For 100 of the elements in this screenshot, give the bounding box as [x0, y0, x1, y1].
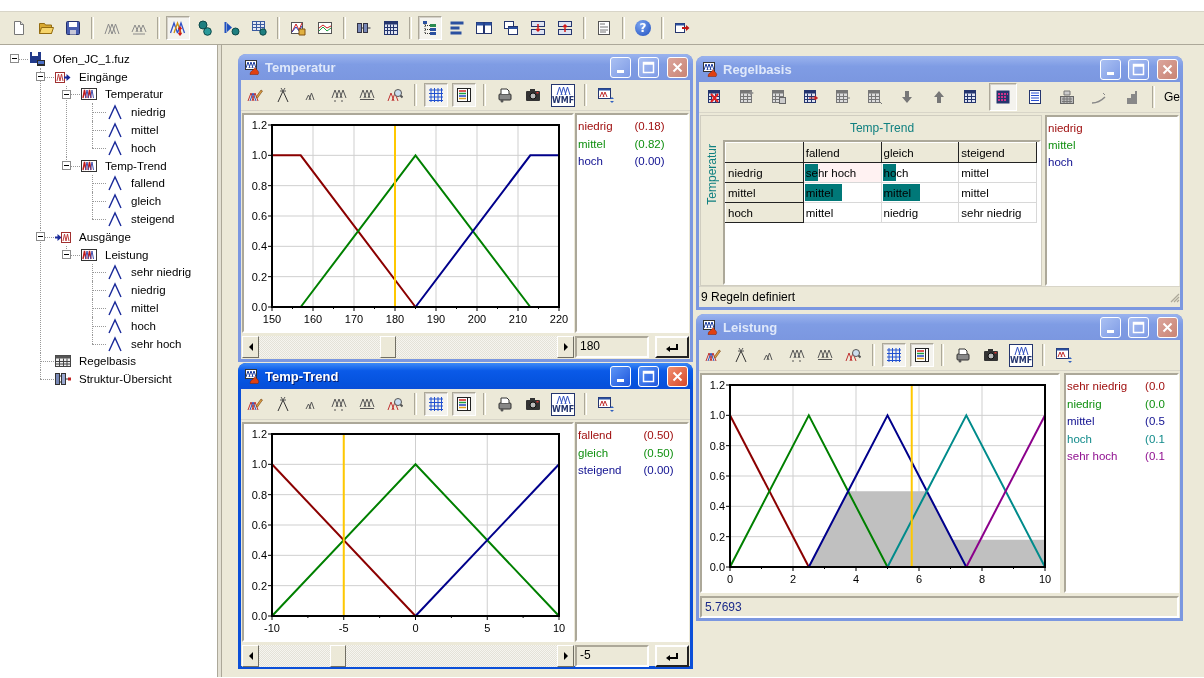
- rule-cell[interactable]: mittel: [803, 182, 881, 203]
- chart-export-button[interactable]: WMF: [1007, 343, 1035, 367]
- minimize-button[interactable]: [610, 56, 631, 78]
- close-button[interactable]: [1157, 58, 1178, 80]
- legend-term: mittel: [1067, 414, 1096, 429]
- window-title: Leistung: [723, 319, 779, 335]
- enter-button[interactable]: [655, 645, 689, 667]
- tree-item[interactable]: Regelbasis: [77, 355, 138, 368]
- maximize-icon: [642, 60, 655, 74]
- column-header: gleich: [881, 142, 959, 163]
- cell-text: niedrig: [883, 206, 919, 219]
- minimize-button[interactable]: [1100, 316, 1121, 338]
- tick-label: 1.2: [251, 119, 267, 131]
- maximize-button[interactable]: [1128, 58, 1149, 80]
- value-field[interactable]: 180: [575, 336, 649, 358]
- grid-icon[interactable]: [424, 392, 448, 416]
- value-slider[interactable]: [242, 645, 574, 667]
- chart-export-button[interactable]: WMF: [549, 392, 577, 416]
- tree-item[interactable]: hoch: [129, 141, 158, 154]
- tree-item[interactable]: hoch: [129, 319, 158, 332]
- legend-icon[interactable]: [452, 392, 476, 416]
- close-button[interactable]: [667, 56, 688, 78]
- tree-item[interactable]: Temp-Trend: [103, 159, 169, 172]
- legend-term: sehr niedrig: [1067, 379, 1128, 394]
- minimize-icon: [1107, 329, 1114, 333]
- scroll-right-button[interactable]: [557, 336, 574, 358]
- grid-icon[interactable]: [882, 343, 906, 367]
- tick-label: 190: [426, 313, 446, 325]
- close-button[interactable]: [1157, 316, 1178, 338]
- collapse-toggle[interactable]: [36, 232, 45, 242]
- column-header: fallend: [803, 142, 881, 163]
- grid-icon[interactable]: [424, 83, 448, 107]
- tree-item[interactable]: mittel: [129, 124, 161, 137]
- maximize-button[interactable]: [638, 56, 659, 78]
- tick-label: 6: [915, 573, 923, 585]
- legend-term: hoch: [1048, 155, 1074, 170]
- tree-item[interactable]: niedrig: [129, 284, 168, 297]
- collapse-toggle[interactable]: [62, 161, 71, 171]
- tick-label: 8: [978, 573, 986, 585]
- legend-term: gleich: [578, 445, 610, 461]
- tree-item[interactable]: Ausgänge: [77, 230, 133, 243]
- tree-item[interactable]: sehr hoch: [129, 337, 184, 350]
- tree-item[interactable]: fallend: [129, 177, 167, 190]
- membership-icon[interactable]: [166, 16, 190, 40]
- tick-label: 170: [344, 313, 364, 325]
- rule-cell[interactable]: hoch: [881, 162, 959, 183]
- close-button[interactable]: [667, 365, 688, 387]
- collapse-toggle[interactable]: [62, 250, 71, 260]
- chart-export-button[interactable]: WMF: [549, 83, 577, 107]
- collapse-toggle[interactable]: [10, 54, 19, 64]
- scroll-left-button[interactable]: [242, 336, 259, 358]
- slider-thumb[interactable]: [380, 336, 397, 358]
- close-icon: [1161, 320, 1174, 334]
- scroll-right-button[interactable]: [557, 645, 574, 667]
- tree-item[interactable]: Eingänge: [77, 70, 130, 83]
- membership-value: (0.0: [1145, 379, 1165, 394]
- tree-item[interactable]: Ofen_JC_1.fuz: [51, 52, 132, 65]
- tick-label: 0.2: [251, 270, 267, 283]
- app-icon: [244, 368, 260, 384]
- matrix-icon[interactable]: [989, 83, 1017, 111]
- legend-icon[interactable]: [452, 83, 476, 107]
- tick-label: -10: [264, 622, 280, 634]
- tick-label: 0.4: [251, 240, 267, 253]
- close-icon: [671, 60, 684, 74]
- membership-value: (0.82): [634, 136, 665, 152]
- tree-item[interactable]: Struktur-Übersicht: [77, 373, 174, 386]
- toolbar-label[interactable]: Ge: [1162, 90, 1180, 104]
- tick-label: 0.8: [709, 439, 725, 452]
- collapse-toggle[interactable]: [62, 90, 71, 99]
- enter-button[interactable]: [655, 336, 689, 358]
- tree-item[interactable]: steigend: [129, 213, 177, 226]
- minimize-button[interactable]: [1100, 58, 1121, 80]
- value-slider[interactable]: [242, 336, 574, 358]
- membership-value: (0.1: [1145, 431, 1165, 447]
- column-header: steigend: [958, 142, 1037, 163]
- value-field[interactable]: -5: [575, 645, 649, 667]
- tree-item[interactable]: gleich: [129, 195, 164, 208]
- tick-label: 0.2: [251, 579, 267, 592]
- tree-icon[interactable]: [418, 16, 442, 40]
- right-arrow-icon: [561, 342, 570, 352]
- maximize-button[interactable]: [638, 365, 659, 387]
- legend-term: hoch: [1067, 431, 1093, 447]
- tree-item[interactable]: Temperatur: [103, 88, 166, 101]
- resize-grip-icon[interactable]: [1168, 291, 1180, 303]
- maximize-button[interactable]: [1128, 316, 1149, 338]
- tick-label: 0.8: [251, 488, 267, 501]
- tree-item[interactable]: niedrig: [129, 106, 168, 119]
- legend-icon[interactable]: [910, 343, 934, 367]
- scroll-left-button[interactable]: [242, 645, 259, 667]
- tick-label: 0.8: [251, 179, 267, 192]
- legend-term: fallend: [578, 428, 613, 443]
- tree-item[interactable]: sehr niedrig: [129, 266, 194, 279]
- tree-item[interactable]: mittel: [129, 302, 161, 315]
- collapse-toggle[interactable]: [36, 72, 45, 82]
- right-arrow-icon: [561, 651, 570, 661]
- row-variable: Temperatur: [705, 144, 719, 205]
- slider-thumb[interactable]: [329, 645, 346, 667]
- minimize-button[interactable]: [610, 365, 631, 387]
- window-title: Temp-Trend: [265, 368, 340, 384]
- tree-item[interactable]: Leistung: [103, 248, 151, 261]
